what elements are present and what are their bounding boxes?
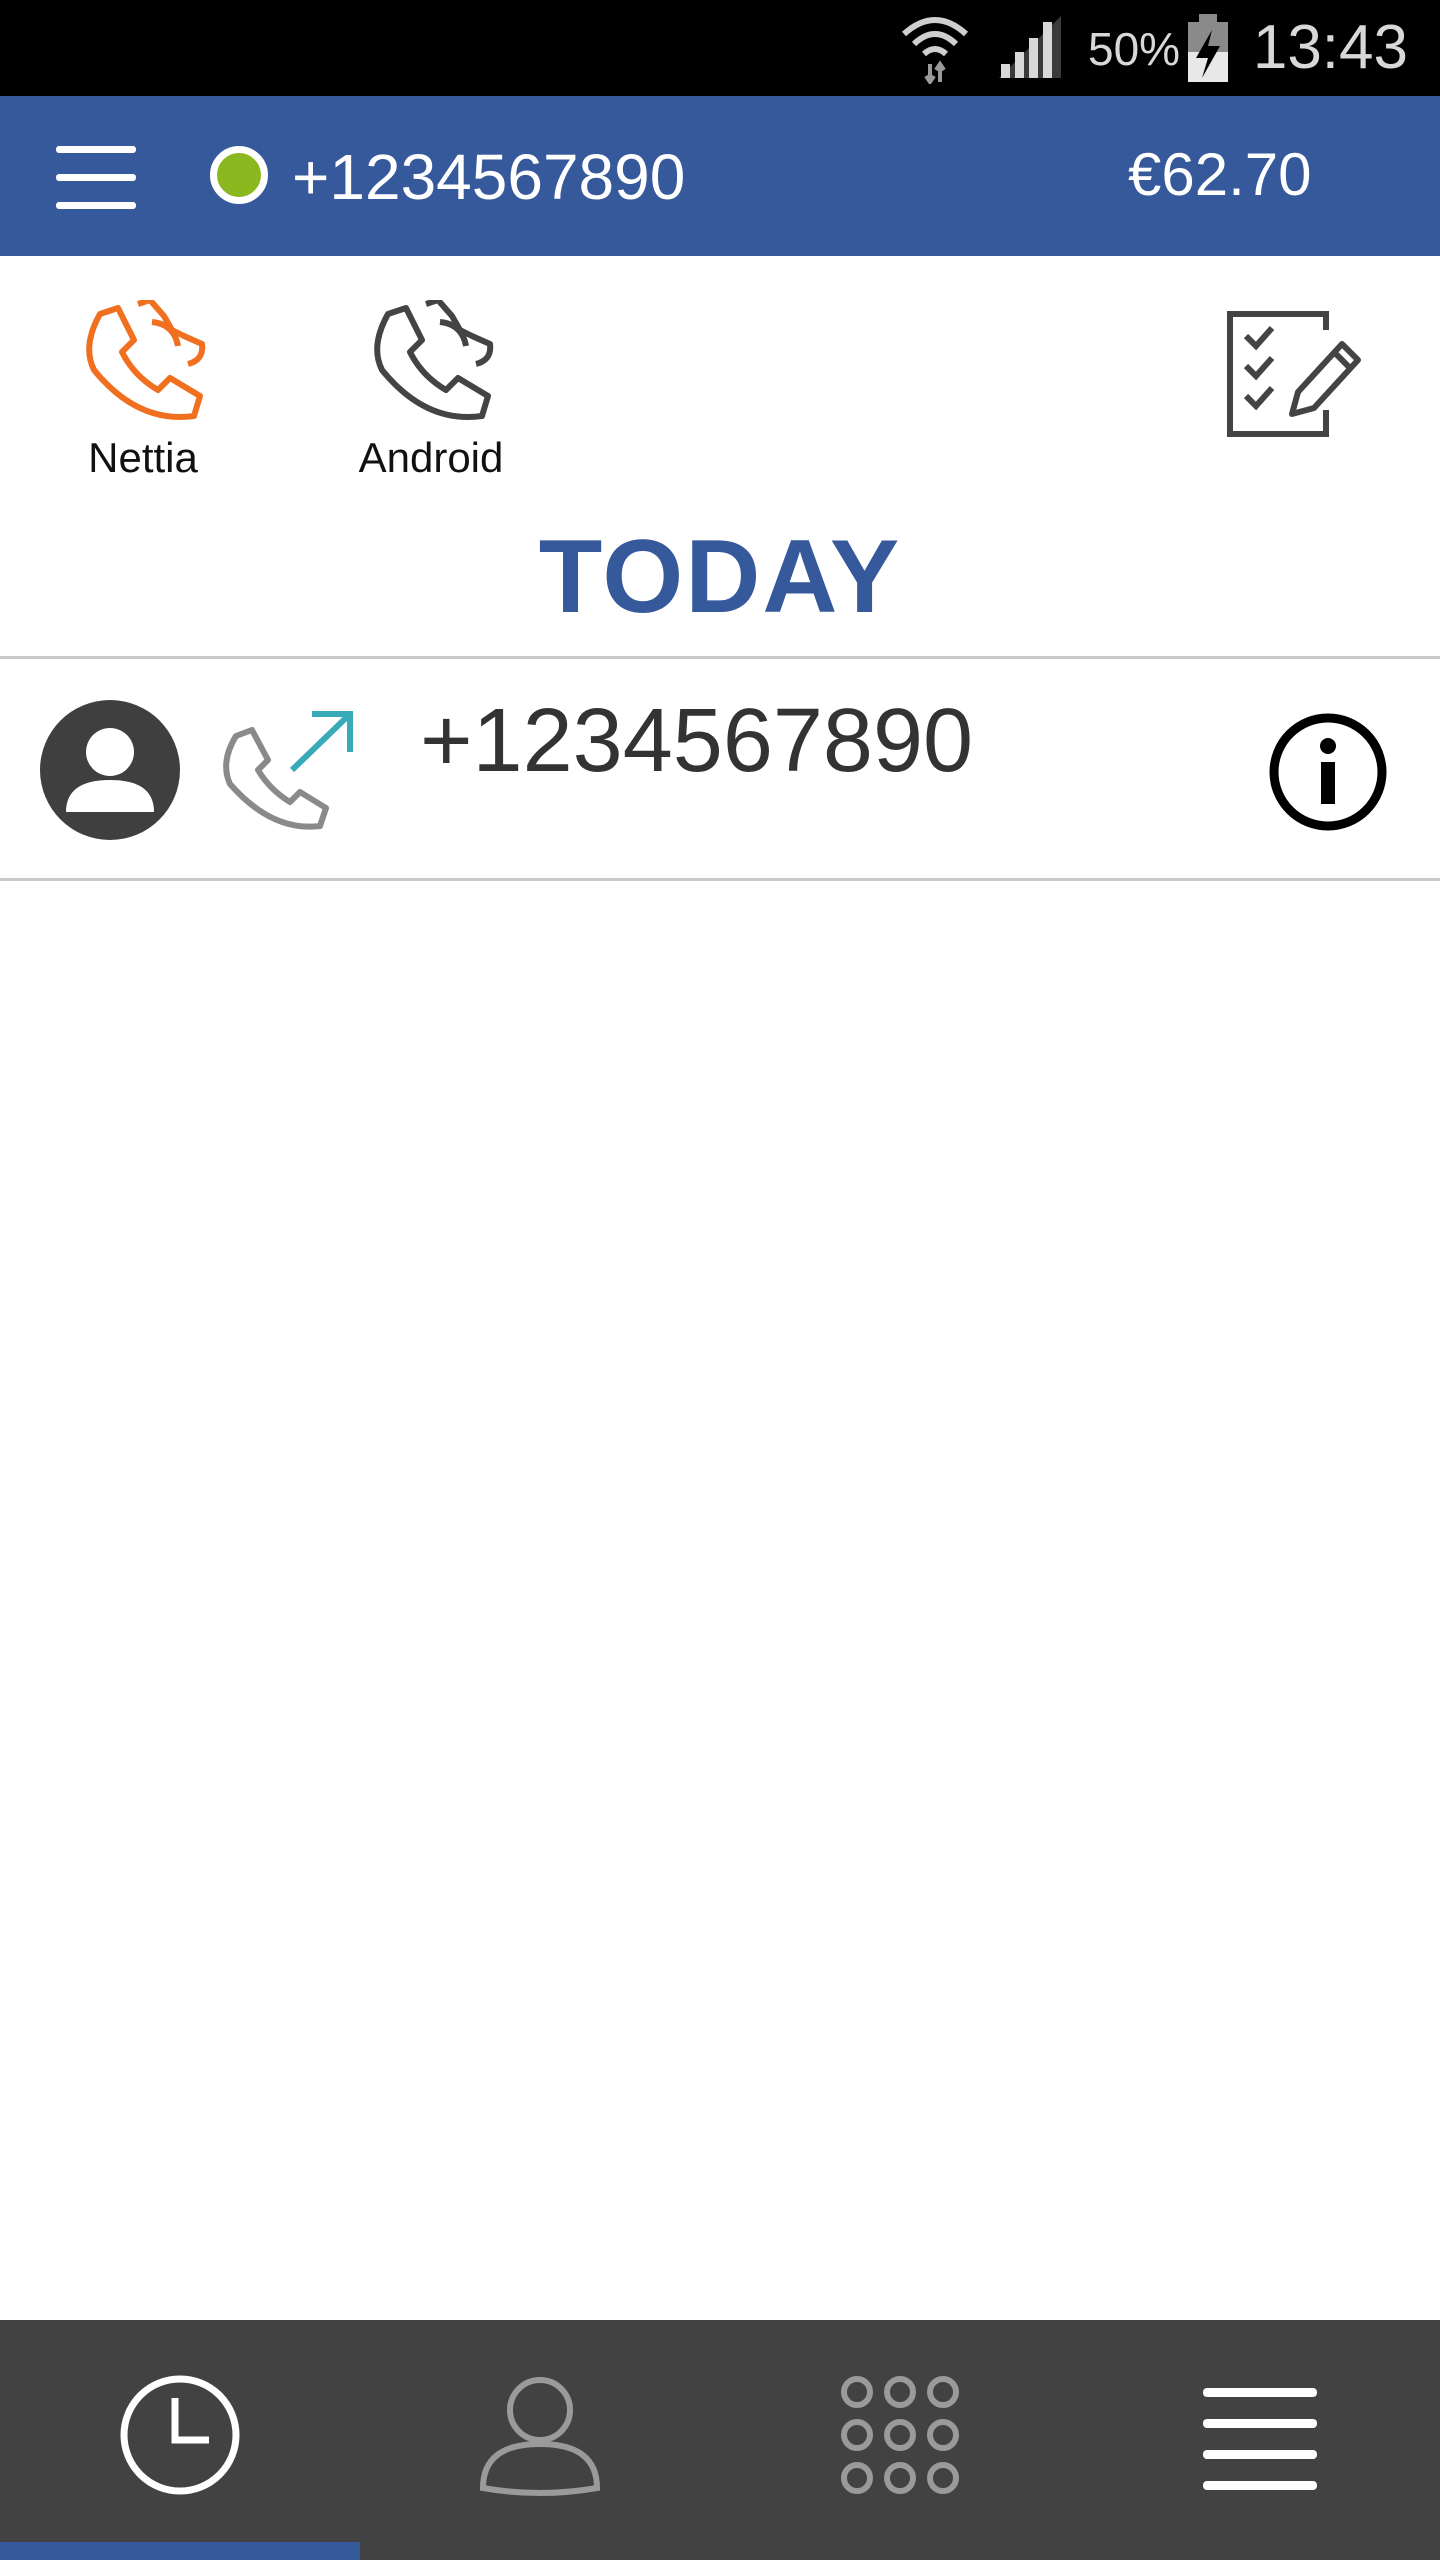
- clock-time: 13:43: [1252, 13, 1408, 82]
- filter-nettia-label: Nettia: [88, 434, 198, 481]
- call-number: +1234567890: [420, 691, 974, 791]
- edit-checklist-icon[interactable]: [1226, 310, 1366, 440]
- wifi-icon: [901, 17, 969, 84]
- nav-tab-menu[interactable]: [1080, 2320, 1440, 2560]
- nav-tab-history[interactable]: [0, 2320, 360, 2560]
- battery-charging-icon: [1188, 14, 1228, 82]
- status-bar: 50% 13:43: [0, 0, 1440, 96]
- account-balance: €62.70: [1128, 141, 1312, 208]
- phone-icon: [374, 300, 494, 420]
- nav-tab-contacts[interactable]: [360, 2320, 720, 2560]
- menu-icon[interactable]: [54, 136, 138, 220]
- bottom-nav: [0, 2320, 1440, 2560]
- filter-nettia[interactable]: Nettia: [68, 300, 218, 482]
- person-icon: [66, 728, 154, 812]
- app-bar: +1234567890 €62.70: [0, 96, 1440, 256]
- account-number: +1234567890: [292, 141, 686, 213]
- battery-percent: 50%: [1088, 23, 1181, 75]
- divider: [0, 656, 1440, 659]
- online-status-dot: [210, 146, 268, 204]
- divider: [0, 878, 1440, 881]
- filter-android-label: Android: [358, 434, 504, 481]
- outgoing-call-icon: [223, 711, 353, 830]
- nav-tab-dialpad[interactable]: [720, 2320, 1080, 2560]
- section-title: TODAY: [538, 519, 902, 635]
- phone-icon: [86, 300, 206, 420]
- info-icon[interactable]: [1268, 712, 1388, 832]
- contact-avatar: [40, 700, 180, 840]
- selected-tab-indicator: [0, 2542, 360, 2560]
- dialpad-icon: [841, 2376, 959, 2494]
- signal-icon: [999, 16, 1061, 78]
- menu-icon: [1203, 2388, 1317, 2490]
- filter-android[interactable]: Android: [356, 300, 506, 482]
- clock-icon: [120, 2375, 240, 2495]
- person-icon: [479, 2377, 601, 2496]
